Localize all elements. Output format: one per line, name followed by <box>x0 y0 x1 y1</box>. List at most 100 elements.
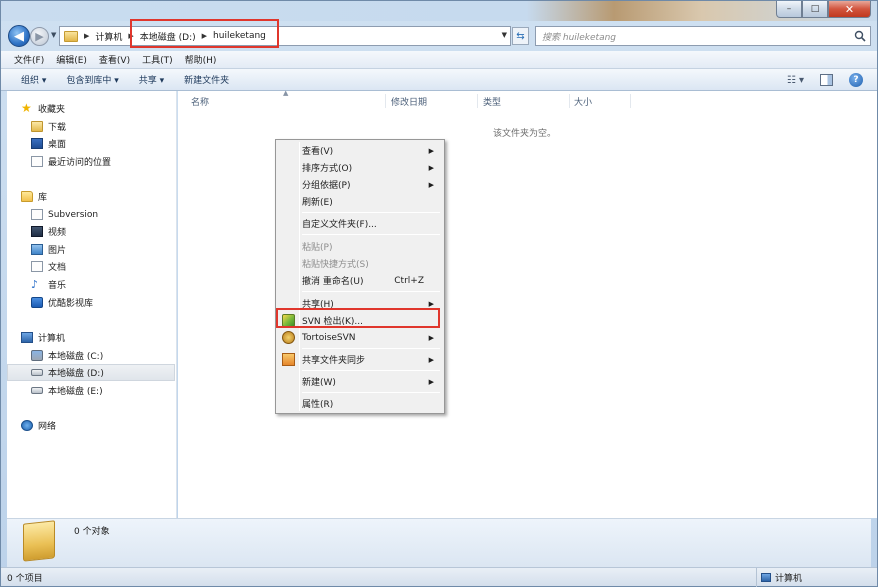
context-item-paste[interactable]: 粘贴(P) <box>278 238 442 255</box>
computer-icon <box>761 573 771 582</box>
search-icon[interactable] <box>854 30 866 42</box>
sort-ascending-icon: ▲ <box>283 89 289 97</box>
caption-buttons: – □ ✕ <box>776 1 871 18</box>
context-item-view[interactable]: 查看(V) ▶ <box>278 142 442 159</box>
back-button[interactable]: ◀ <box>8 25 30 47</box>
context-item-group-by[interactable]: 分组依据(P) ▶ <box>278 176 442 193</box>
column-divider[interactable] <box>569 94 570 108</box>
nav-item-drive-c[interactable]: 本地磁盘 (C:) <box>31 347 199 364</box>
nav-item-documents[interactable]: 文档 <box>31 258 199 275</box>
context-item-customize-folder[interactable]: 自定义文件夹(F)... <box>278 215 442 232</box>
refresh-button[interactable]: ⇆ <box>512 27 529 45</box>
menu-file[interactable]: 文件(F) <box>14 53 44 66</box>
context-item-new[interactable]: 新建(W) ▶ <box>278 373 442 390</box>
close-button[interactable]: ✕ <box>828 1 871 18</box>
menu-tools[interactable]: 工具(T) <box>142 53 173 66</box>
column-header-size[interactable]: 大小 <box>574 95 592 108</box>
nav-label: 计算机 <box>38 334 66 344</box>
nav-item-subversion[interactable]: Subversion <box>31 206 199 223</box>
nav-label: 图片 <box>48 246 67 256</box>
nav-label: 本地磁盘 (E:) <box>48 387 103 397</box>
nav-label: 视频 <box>48 228 67 238</box>
nav-computer[interactable]: 计算机 <box>21 329 189 346</box>
status-item-count: 0 个项目 <box>7 573 43 584</box>
object-count: 0 个对象 <box>74 527 110 537</box>
context-item-paste-shortcut[interactable]: 粘贴快捷方式(S) <box>278 255 442 272</box>
share-button[interactable]: 共享 ▾ <box>139 73 164 86</box>
preview-pane-icon[interactable] <box>820 74 833 86</box>
submenu-arrow-icon: ▶ <box>428 163 434 172</box>
context-item-tortoisesvn[interactable]: TortoiseSVN ▶ <box>278 329 442 346</box>
menu-separator <box>302 212 440 213</box>
nav-label: 桌面 <box>48 140 67 150</box>
nav-label: 库 <box>38 193 48 203</box>
column-header-name[interactable]: 名称 <box>191 95 209 108</box>
address-highlight-box <box>130 19 279 48</box>
subversion-library-icon <box>31 209 43 220</box>
nav-item-videos[interactable]: 视频 <box>31 223 199 240</box>
computer-icon <box>21 332 33 343</box>
breadcrumb-computer[interactable]: 计算机 <box>95 30 122 43</box>
context-item-sort-by[interactable]: 排序方式(O) ▶ <box>278 159 442 176</box>
nav-label: Subversion <box>48 209 99 220</box>
nav-item-downloads[interactable]: 下载 <box>31 118 199 135</box>
nav-item-recent-places[interactable]: 最近访问的位置 <box>31 153 199 170</box>
nav-item-drive-e[interactable]: 本地磁盘 (E:) <box>31 382 199 399</box>
video-library-icon <box>31 226 43 237</box>
context-item-undo-rename[interactable]: 撤消 重命名(U) Ctrl+Z <box>278 272 442 289</box>
menu-label: 撤消 重命名(U) <box>302 277 364 287</box>
nav-favorites[interactable]: ★ 收藏夹 <box>21 100 189 117</box>
network-icon <box>21 420 33 431</box>
include-in-library-button[interactable]: 包含到库中 ▾ <box>66 73 118 86</box>
context-item-shared-folder-sync[interactable]: 共享文件夹同步 ▶ <box>278 351 442 368</box>
status-location-label: 计算机 <box>775 574 803 584</box>
menu-label: 分组依据(P) <box>302 181 351 191</box>
context-item-refresh[interactable]: 刷新(E) <box>278 193 442 210</box>
library-icon <box>21 191 33 202</box>
recent-pages-dropdown-icon[interactable]: ▼ <box>51 31 56 39</box>
column-divider[interactable] <box>477 94 478 108</box>
column-header-date-modified[interactable]: 修改日期 <box>391 95 427 108</box>
column-divider[interactable] <box>385 94 386 108</box>
change-view-icon[interactable]: ☷ ▾ <box>787 75 804 86</box>
menu-help[interactable]: 帮助(H) <box>185 53 217 66</box>
tortoisesvn-icon <box>282 331 295 344</box>
column-divider[interactable] <box>630 94 631 108</box>
title-bar[interactable]: – □ ✕ <box>1 1 877 21</box>
hard-drive-icon <box>31 387 43 394</box>
folder-icon <box>23 520 55 562</box>
menu-label: 自定义文件夹(F)... <box>302 220 377 230</box>
system-drive-icon <box>31 350 43 361</box>
column-header-type[interactable]: 类型 <box>483 95 501 108</box>
nav-label: 音乐 <box>48 281 67 291</box>
forward-button[interactable]: ▶ <box>30 27 49 46</box>
new-folder-button[interactable]: 新建文件夹 <box>184 73 229 86</box>
maximize-button[interactable]: □ <box>802 1 828 18</box>
submenu-arrow-icon: ▶ <box>428 333 434 342</box>
menu-edit[interactable]: 编辑(E) <box>56 53 87 66</box>
menu-view[interactable]: 查看(V) <box>99 53 130 66</box>
minimize-button[interactable]: – <box>776 1 802 18</box>
address-dropdown-icon[interactable]: ▼ <box>502 31 507 39</box>
context-item-properties[interactable]: 属性(R) <box>278 395 442 412</box>
nav-item-pictures[interactable]: 图片 <box>31 241 199 258</box>
nav-item-youku-library[interactable]: 优酷影视库 <box>31 294 199 311</box>
search-box[interactable]: 搜索 huileketang <box>535 26 871 46</box>
nav-item-drive-d[interactable]: 本地磁盘 (D:) <box>7 364 175 381</box>
organize-button[interactable]: 组织 ▾ <box>21 73 46 86</box>
music-note-icon: ♪ <box>31 278 39 291</box>
recent-places-icon <box>31 156 43 167</box>
explorer-window: – □ ✕ ◀ ▶ ▼ ▶ 计算机 ▶ 本地磁盘 (D:) ▶ huileket… <box>0 0 878 587</box>
address-bar[interactable]: ▶ 计算机 ▶ 本地磁盘 (D:) ▶ huileketang ▼ <box>59 26 511 46</box>
nav-item-music[interactable]: ♪ 音乐 <box>31 276 199 293</box>
star-icon: ★ <box>21 101 32 115</box>
chevron-right-icon[interactable]: ▶ <box>84 32 89 40</box>
empty-folder-message: 该文件夹为空。 <box>493 129 557 139</box>
help-icon[interactable]: ? <box>849 73 863 87</box>
nav-item-desktop[interactable]: 桌面 <box>31 135 199 152</box>
menu-bar: 文件(F) 编辑(E) 查看(V) 工具(T) 帮助(H) <box>1 51 877 69</box>
nav-libraries[interactable]: 库 <box>21 188 189 205</box>
nav-network[interactable]: 网络 <box>21 417 189 434</box>
menu-separator <box>302 370 440 371</box>
menu-separator <box>302 392 440 393</box>
